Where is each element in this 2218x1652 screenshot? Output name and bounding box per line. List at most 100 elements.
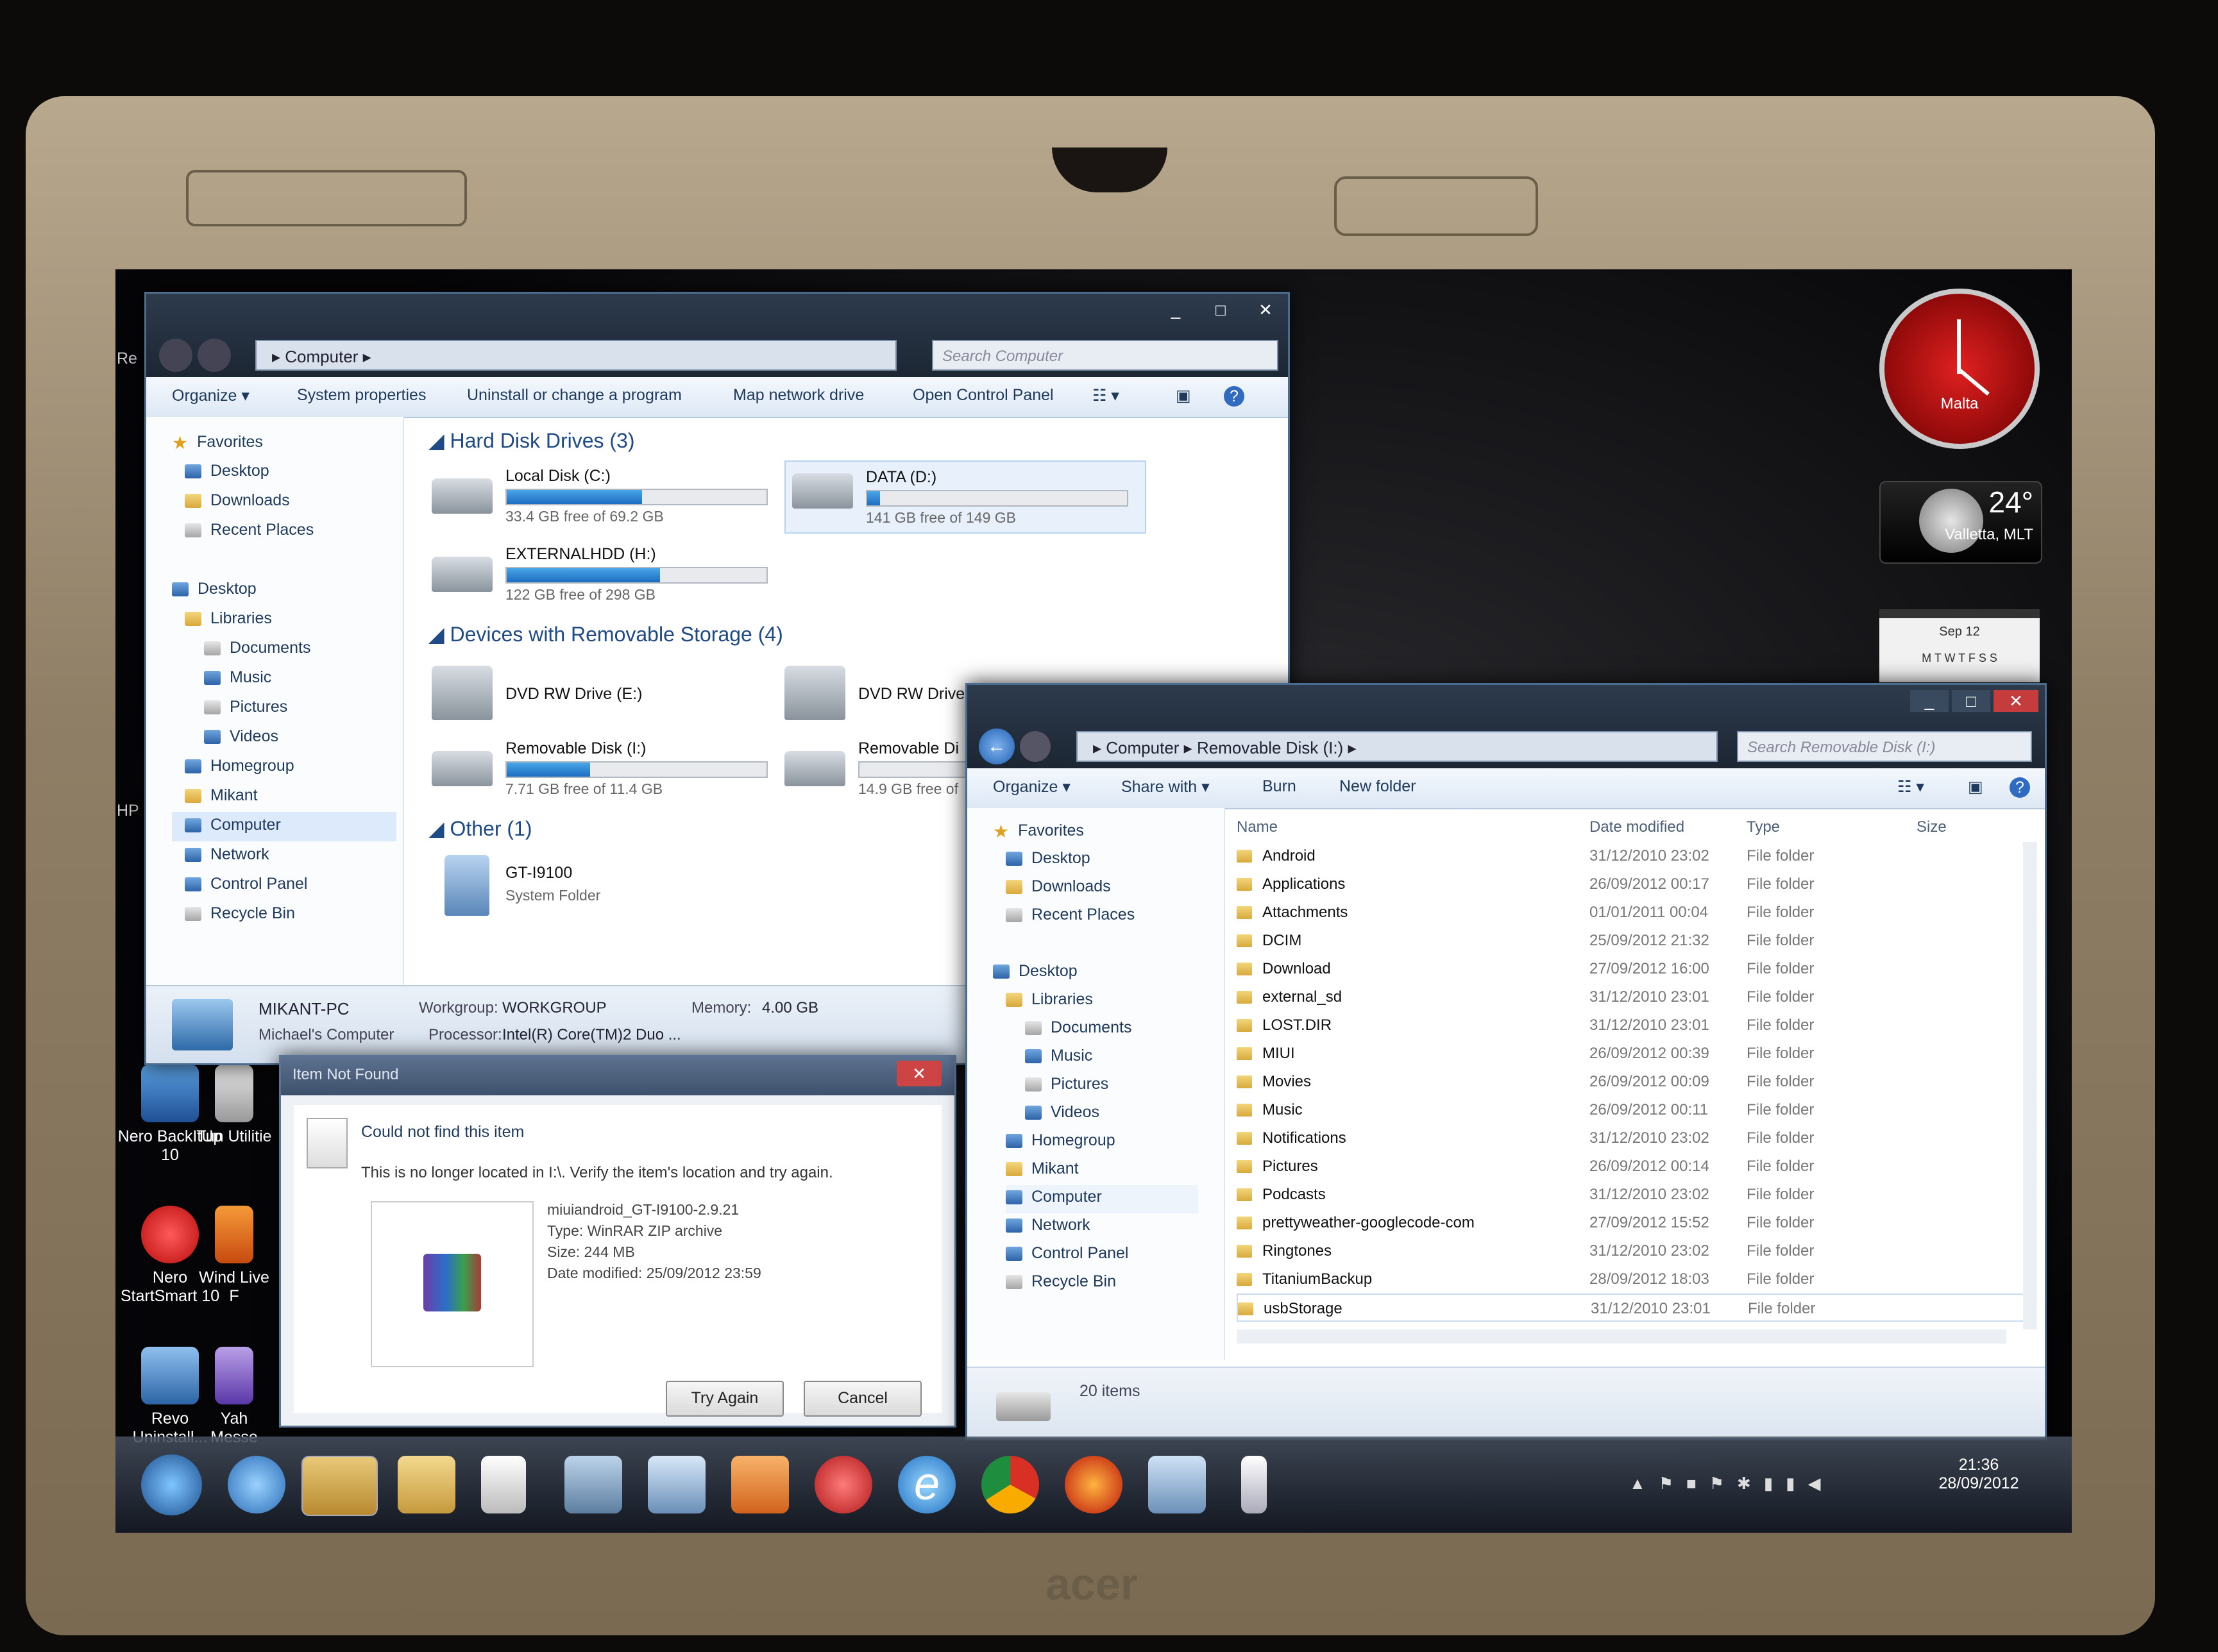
burn-button[interactable]: Burn [1262, 777, 1296, 796]
minimize-icon[interactable]: _ [1910, 690, 1949, 712]
desktop-icon-tuneup[interactable]: Tun Utilitie [196, 1065, 273, 1146]
table-row[interactable]: Download 27/09/2012 16:00 File folder [1237, 955, 2026, 983]
dialog-titlebar[interactable]: Item Not Found ✕ [281, 1057, 954, 1095]
device-gt-i9100[interactable]: GT-I9100 System Folder [432, 855, 778, 919]
desktop-icon-windows-live[interactable]: Wind Live F [196, 1206, 273, 1306]
nav-pictures[interactable]: Pictures [1025, 1075, 1108, 1093]
back-icon[interactable]: ← [979, 729, 1015, 764]
nav-desktop[interactable]: Desktop [993, 962, 1078, 981]
nav-control-panel[interactable]: Control Panel [185, 875, 307, 893]
column-header-size[interactable]: Size [1917, 818, 1947, 836]
nav-documents[interactable]: Documents [1025, 1018, 1131, 1037]
share-with-button[interactable]: Share with ▾ [1121, 777, 1210, 796]
drive-c[interactable]: Local Disk (C:) 33.4 GB free of 69.2 GB [432, 467, 778, 531]
computer-window-titlebar[interactable]: _ □ ✕ ▸ Computer ▸ Search Computer [146, 294, 1288, 377]
start-button-icon[interactable] [141, 1454, 202, 1515]
search-input[interactable]: Search Removable Disk (I:) [1737, 731, 2032, 762]
nav-mikant[interactable]: Mikant [185, 786, 258, 805]
section-hard-disk-drives[interactable]: ◢ Hard Disk Drives (3) [428, 428, 635, 453]
drive-d[interactable]: DATA (D:) 141 GB free of 149 GB [784, 460, 1146, 534]
nav-mikant[interactable]: Mikant [1006, 1159, 1079, 1178]
nav-pictures[interactable]: Pictures [204, 698, 287, 716]
table-row[interactable]: MIUI 26/09/2012 00:39 File folder [1237, 1040, 2026, 1068]
table-row[interactable]: DCIM 25/09/2012 21:32 File folder [1237, 927, 2026, 955]
close-icon[interactable]: ✕ [1994, 690, 2038, 712]
nav-recycle-bin[interactable]: Recycle Bin [185, 904, 295, 923]
map-network-drive-button[interactable]: Map network drive [733, 386, 864, 405]
taskbar-network-icon[interactable] [564, 1456, 622, 1513]
table-row[interactable]: Podcasts 31/12/2010 23:02 File folder [1237, 1181, 2026, 1209]
taskbar-ie-icon[interactable] [228, 1456, 285, 1513]
nav-libraries[interactable]: Libraries [1006, 990, 1093, 1009]
dialog-close-icon[interactable]: ✕ [897, 1061, 942, 1086]
nav-videos[interactable]: Videos [1025, 1103, 1099, 1122]
system-properties-button[interactable]: System properties [297, 386, 426, 405]
drive-i[interactable]: Removable Disk (I:) 7.71 GB free of 11.4… [432, 739, 778, 804]
nav-recent-places[interactable]: Recent Places [1006, 906, 1135, 924]
help-icon[interactable]: ? [1224, 386, 1244, 407]
vertical-scrollbar[interactable] [2023, 842, 2037, 1329]
nav-control-panel[interactable]: Control Panel [1006, 1244, 1128, 1263]
view-options-icon[interactable]: ☷ ▾ [1897, 777, 1924, 796]
nav-desktop[interactable]: Desktop [172, 580, 257, 598]
drive-e[interactable]: DVD RW Drive (E:) [432, 666, 778, 730]
calendar-gadget[interactable]: Sep 12 M T W T F S S [1879, 609, 2040, 682]
table-row[interactable]: Attachments 01/01/2011 00:04 File folder [1237, 898, 2026, 927]
nav-recycle-bin[interactable]: Recycle Bin [1006, 1272, 1116, 1291]
nav-computer[interactable]: Computer [1006, 1185, 1198, 1213]
table-row[interactable]: TitaniumBackup 28/09/2012 18:03 File folde… [1237, 1265, 2026, 1294]
table-row[interactable]: Movies 26/09/2012 00:09 File folder [1237, 1068, 2026, 1096]
table-row[interactable]: Applications 26/09/2012 00:17 File folder [1237, 870, 2026, 898]
item-not-found-dialog[interactable]: Item Not Found ✕ Could not find this ite… [279, 1055, 956, 1428]
taskbar-internet-explorer-icon[interactable]: e [898, 1456, 956, 1513]
forward-icon[interactable] [198, 339, 231, 372]
tray-clock[interactable]: 21:36 28/09/2012 [1931, 1456, 2027, 1493]
nav-desktop-favorite[interactable]: Desktop [1006, 849, 1090, 868]
desktop-icon-yahoo-messenger[interactable]: Yah Messe [196, 1347, 273, 1447]
nav-computer[interactable]: Computer [172, 812, 396, 841]
nav-recent-places[interactable]: Recent Places [185, 521, 314, 539]
close-icon[interactable]: ✕ [1246, 299, 1285, 321]
nav-homegroup[interactable]: Homegroup [185, 757, 294, 775]
removable-window-titlebar[interactable]: _ □ ✕ ← ▸ Computer ▸ Removable Disk (I:)… [967, 685, 2045, 768]
weather-gadget[interactable]: 24° Valletta, MLT [1879, 481, 2042, 564]
table-row[interactable]: Music 26/09/2012 00:11 File folder [1237, 1096, 2026, 1124]
taskbar-remote-desktop-icon[interactable] [1148, 1456, 1206, 1513]
table-row[interactable]: usbStorage 31/12/2010 23:01 File folder [1237, 1294, 2026, 1322]
help-icon[interactable]: ? [2010, 777, 2030, 798]
system-tray-icons[interactable]: ▲⚑■⚑✱▮▮◀ [1629, 1474, 1833, 1494]
organize-button[interactable]: Organize ▾ [172, 386, 250, 405]
taskbar-firefox-icon[interactable] [1065, 1456, 1122, 1513]
column-header-name[interactable]: Name [1237, 818, 1278, 836]
nav-music[interactable]: Music [1025, 1047, 1092, 1065]
drive-h[interactable]: EXTERNALHDD (H:) 122 GB free of 298 GB [432, 545, 778, 609]
nav-downloads[interactable]: Downloads [185, 491, 290, 510]
nav-music[interactable]: Music [204, 668, 271, 687]
table-row[interactable]: external_sd 31/12/2010 23:01 File folder [1237, 983, 2026, 1011]
nav-favorites[interactable]: ★ Favorites [993, 821, 1084, 842]
nav-desktop-favorite[interactable]: Desktop [185, 462, 269, 480]
taskbar-chrome-icon[interactable] [981, 1456, 1039, 1513]
preview-pane-icon[interactable]: ▣ [1968, 777, 1983, 796]
taskbar-notepad-icon[interactable] [481, 1456, 526, 1513]
new-folder-button[interactable]: New folder [1339, 777, 1416, 796]
taskbar-phone-icon[interactable] [1241, 1456, 1267, 1513]
nav-libraries[interactable]: Libraries [185, 609, 272, 628]
uninstall-program-button[interactable]: Uninstall or change a program [467, 386, 682, 405]
section-other[interactable]: ◢ Other (1) [428, 816, 532, 841]
minimize-icon[interactable]: _ [1156, 299, 1195, 321]
address-bar[interactable]: ▸ Computer ▸ Removable Disk (I:) ▸ [1076, 731, 1718, 762]
horizontal-scrollbar[interactable] [1237, 1329, 2006, 1344]
table-row[interactable]: Pictures 26/09/2012 00:14 File folder [1237, 1152, 2026, 1181]
nav-network[interactable]: Network [185, 845, 269, 864]
back-icon[interactable] [159, 339, 192, 372]
clock-gadget[interactable]: Malta [1879, 289, 2040, 449]
table-row[interactable]: Android 31/12/2010 23:02 File folder [1237, 842, 2026, 870]
cancel-button[interactable]: Cancel [804, 1381, 922, 1417]
forward-icon[interactable] [1020, 731, 1051, 762]
nav-videos[interactable]: Videos [204, 727, 278, 746]
organize-button[interactable]: Organize ▾ [993, 777, 1071, 796]
search-input[interactable]: Search Computer [932, 340, 1278, 371]
nav-downloads[interactable]: Downloads [1006, 877, 1111, 896]
column-header-type[interactable]: Type [1747, 818, 1780, 836]
